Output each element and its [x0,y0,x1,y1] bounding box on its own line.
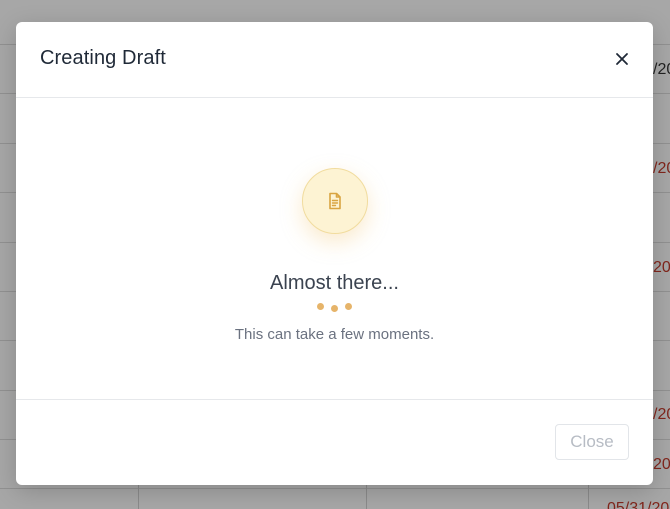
loading-dot [345,303,352,310]
document-icon-badge [302,168,368,234]
document-icon [329,192,341,210]
dialog-header: Creating Draft [16,22,653,98]
creating-draft-dialog: Creating Draft Almost there... This can … [16,22,653,485]
dialog-title: Creating Draft [40,47,166,69]
loading-dot [317,303,324,310]
close-icon[interactable] [611,48,633,70]
dialog-footer: Close [16,399,653,485]
close-button[interactable]: Close [555,424,629,460]
status-title: Almost there... [270,272,399,294]
loading-dots [16,303,653,312]
dialog-body: Almost there... This can take a few mome… [16,98,653,399]
loading-dot [331,305,338,312]
status-subtitle: This can take a few moments. [234,326,435,343]
